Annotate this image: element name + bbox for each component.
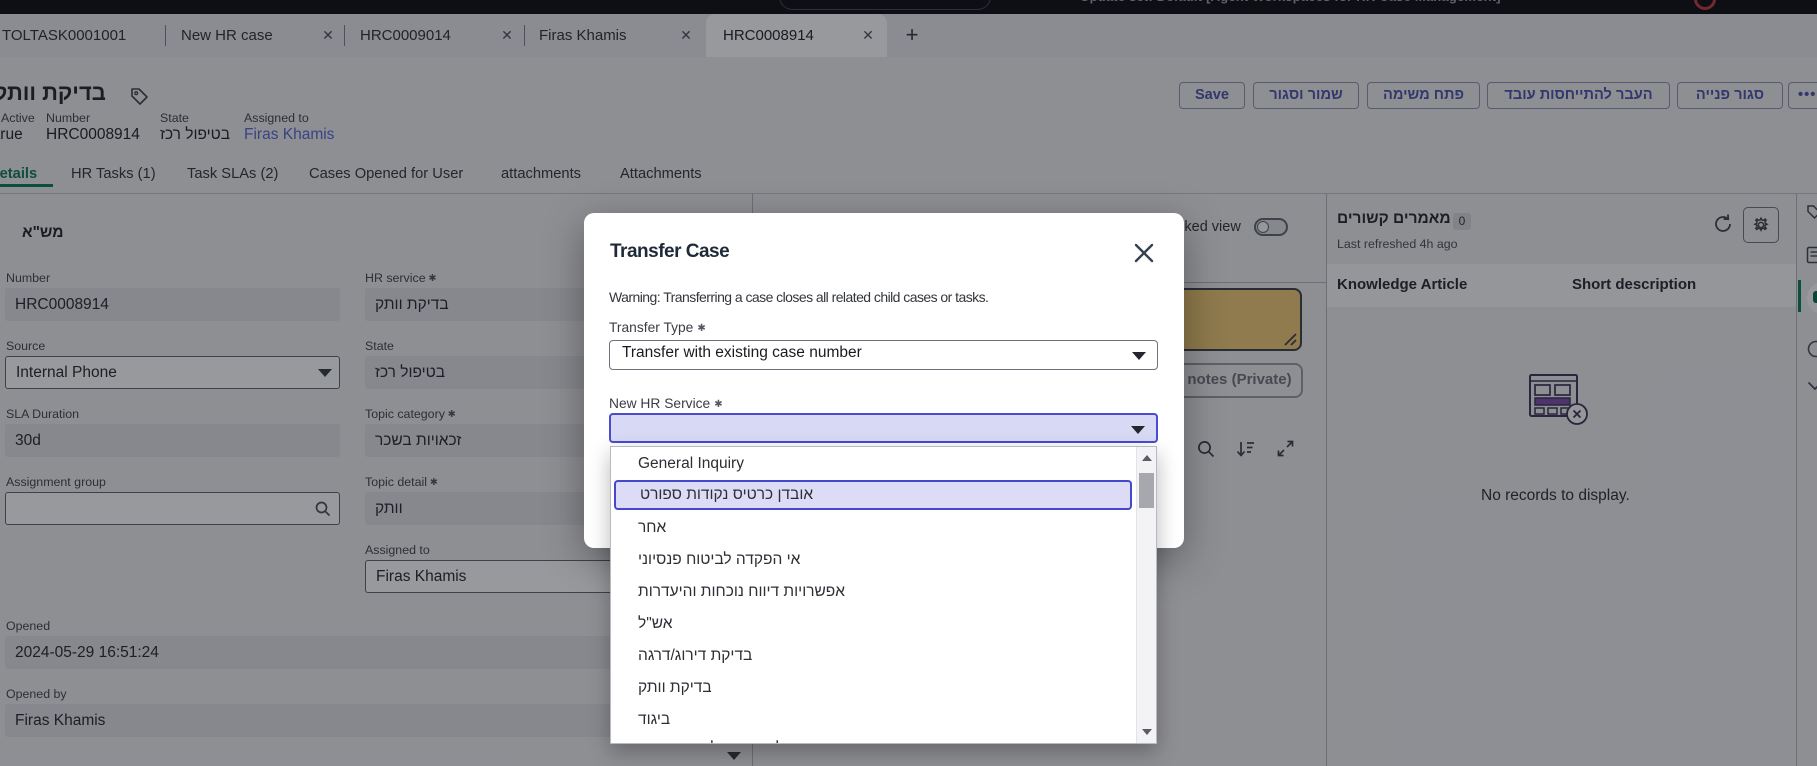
listbox-option[interactable]: בירור זכאות לקרן השתלמות ופנסיה [612, 733, 1136, 743]
app-root: Update set: Default [Agent Workspaces fo… [0, 0, 1817, 766]
listbox-option[interactable]: General Inquiry [612, 448, 1136, 480]
new-hr-service-select[interactable] [609, 413, 1158, 443]
transfer-type-value: Transfer with existing case number [622, 344, 862, 361]
scroll-down-icon[interactable] [1142, 729, 1152, 735]
transfer-type-select[interactable]: Transfer with existing case number [609, 340, 1158, 370]
listbox-option-selected[interactable]: אובדן כרטיס נקודות ספורט [614, 480, 1132, 510]
new-hr-service-label: New HR Service ✱ [609, 396, 723, 411]
listbox-option[interactable]: אפשרויות דיווח נוכחות והיעדרות [612, 576, 1136, 608]
modal-title: Transfer Case [610, 241, 730, 262]
scroll-up-icon[interactable] [1142, 455, 1152, 461]
listbox-option[interactable]: אחר [612, 512, 1136, 544]
listbox-option[interactable]: אי הפקדה לביטוח פנסיוני [612, 544, 1136, 576]
transfer-type-label: Transfer Type ✱ [609, 320, 706, 335]
listbox-option[interactable]: בדיקת דירוג/דרגה [612, 640, 1136, 672]
listbox-scrollbar[interactable] [1136, 447, 1156, 743]
select-caret-icon [1132, 352, 1146, 360]
modal-warning-text: Warning: Transferring a case closes all … [609, 289, 989, 305]
listbox-option[interactable]: אש"ל [612, 608, 1136, 640]
scrollbar-thumb[interactable] [1139, 473, 1154, 508]
listbox-option[interactable]: ביגוד [612, 704, 1136, 736]
hr-service-listbox: General Inquiry אובדן כרטיס נקודות ספורט… [610, 446, 1157, 744]
modal-close-icon[interactable] [1132, 241, 1156, 265]
select-caret-icon [1131, 426, 1145, 434]
listbox-option[interactable]: בדיקת וותק [612, 672, 1136, 704]
